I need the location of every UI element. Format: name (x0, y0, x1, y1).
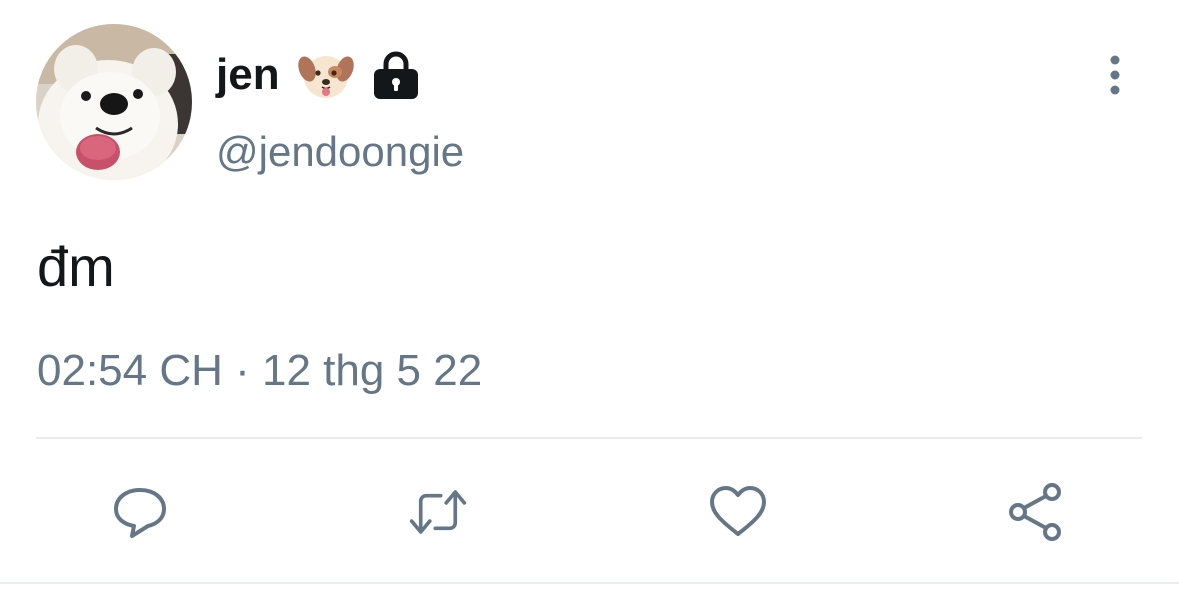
bottom-divider (0, 582, 1179, 584)
tweet-text: đm (37, 235, 115, 298)
share-button[interactable] (1006, 482, 1066, 542)
more-options-button[interactable] (1094, 54, 1136, 96)
share-icon (1009, 483, 1061, 541)
display-name-row: jen (216, 44, 422, 106)
tweet-detail: jen @jendoongie đm 02:54 CH · 12 thg 5 2… (0, 0, 1179, 603)
handle[interactable]: @jendoongie (216, 128, 464, 176)
dog-face-emoji-icon (297, 56, 354, 98)
reply-button[interactable] (110, 482, 170, 542)
avatar[interactable] (36, 24, 192, 180)
retweet-button[interactable] (408, 482, 468, 542)
divider (36, 437, 1142, 439)
samoyed-avatar-image (36, 24, 192, 180)
display-name[interactable]: jen (216, 50, 280, 100)
heart-icon (710, 486, 766, 536)
more-vertical-icon (1110, 55, 1120, 95)
lock-icon (373, 51, 418, 99)
timestamp[interactable]: 02:54 CH · 12 thg 5 22 (37, 346, 482, 396)
like-button[interactable] (708, 482, 768, 542)
reply-icon (114, 488, 166, 538)
retweet-icon (409, 490, 467, 534)
